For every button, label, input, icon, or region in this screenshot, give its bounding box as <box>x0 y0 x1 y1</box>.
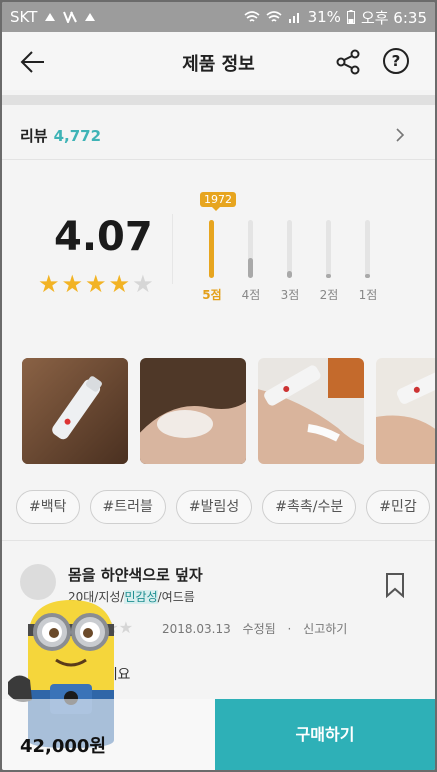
app-header: 제품 정보 ? <box>2 32 435 90</box>
edited-label: 수정됨 <box>242 622 276 636</box>
bar-track <box>365 220 370 278</box>
report-link[interactable]: 신고하기 <box>303 622 347 636</box>
bookmark-icon[interactable] <box>385 572 405 598</box>
bar-track <box>326 220 331 278</box>
profile-suffix: /여드름 <box>157 590 195 604</box>
review-photo[interactable] <box>258 358 364 464</box>
review-date: 2018.03.13 <box>162 622 231 636</box>
bar-fill <box>287 271 292 278</box>
bar-track <box>287 220 292 278</box>
bar-fill <box>248 258 253 278</box>
rating-distribution: 1972 5점 4점 3점 2점 1점 <box>192 192 412 312</box>
carrier-label: SKT <box>10 8 38 26</box>
battery-icon <box>346 10 355 24</box>
star-icon: ★ <box>38 270 60 298</box>
wifi-icon <box>244 11 260 22</box>
buy-button[interactable]: 구매하기 <box>215 699 435 770</box>
bar-fill <box>209 220 214 278</box>
star-icon: ★ <box>108 270 131 298</box>
bar-track <box>248 220 253 278</box>
keyword-tags: #백탁 #트러블 #발림성 #촉촉/수분 #민감 <box>16 490 435 524</box>
bar-label: 1점 <box>358 288 378 302</box>
rating-stars: ★ ★ ★ ★ ★ <box>38 272 154 296</box>
dot-separator: · <box>287 622 292 636</box>
notification-icon <box>45 13 56 21</box>
review-separator <box>2 540 435 541</box>
review-label: 리뷰 <box>20 127 48 145</box>
bar-track <box>209 220 214 278</box>
product-price: 42,000원 <box>20 736 107 757</box>
notification-icon <box>85 13 96 21</box>
bar-label: 4점 <box>241 288 261 302</box>
chevron-right-icon <box>396 128 405 142</box>
top-count-badge: 1972 <box>200 192 236 211</box>
rating-score: 4.07 <box>54 214 153 260</box>
review-title[interactable]: 몸을 하얀색으로 덮자 <box>68 564 203 585</box>
status-bar: SKT 31% 오후 6:35 <box>2 2 435 32</box>
review-photo[interactable] <box>140 358 246 464</box>
bar-label: 5점 <box>202 288 222 302</box>
share-icon[interactable] <box>335 48 361 76</box>
bar-fill <box>326 274 331 278</box>
review-count: 4,772 <box>53 126 102 145</box>
page-title: 제품 정보 <box>182 54 255 75</box>
v-app-icon <box>63 11 78 23</box>
bar-label: 2점 <box>319 288 339 302</box>
bar-label: 3점 <box>280 288 300 302</box>
review-photo[interactable] <box>22 358 128 464</box>
tag-chip[interactable]: #백탁 <box>16 490 80 524</box>
tag-chip[interactable]: #촉촉/수분 <box>262 490 357 524</box>
clock: 오후 6:35 <box>360 8 427 27</box>
tag-chip[interactable]: #트러블 <box>89 490 166 524</box>
help-icon[interactable]: ? <box>383 48 409 74</box>
star-icon: ★ <box>85 270 107 298</box>
review-date-row: 2018.03.13 수정됨 · 신고하기 <box>162 620 355 637</box>
bar-fill <box>365 274 370 278</box>
review-photo[interactable] <box>376 358 435 464</box>
section-divider <box>2 95 435 105</box>
signal-icon <box>288 13 299 23</box>
tag-chip[interactable]: #발림성 <box>175 490 253 524</box>
star-icon: ★ <box>61 270 84 298</box>
vertical-divider <box>172 214 173 284</box>
star-icon: ★ <box>132 270 154 298</box>
app-frame: SKT 31% 오후 6:35 제품 정보 ? 리뷰 4,772 4.07 ★ … <box>2 2 435 770</box>
review-summary-row[interactable]: 리뷰 4,772 <box>2 112 435 160</box>
review-photo-strip[interactable] <box>22 358 435 464</box>
tag-chip[interactable]: #민감 <box>366 490 430 524</box>
battery-percent: 31% <box>307 8 341 26</box>
wifi-icon <box>266 11 282 22</box>
